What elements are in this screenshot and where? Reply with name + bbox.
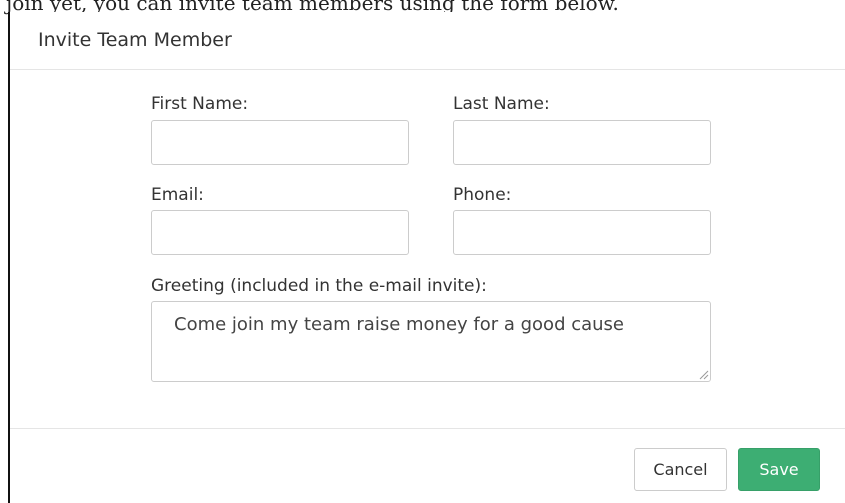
save-button[interactable]: Save bbox=[738, 448, 820, 491]
modal-title: Invite Team Member bbox=[38, 29, 232, 51]
phone-label: Phone: bbox=[453, 185, 512, 205]
phone-input[interactable] bbox=[453, 210, 711, 255]
greeting-label: Greeting (included in the e-mail invite)… bbox=[151, 276, 487, 296]
cancel-button[interactable]: Cancel bbox=[634, 448, 727, 491]
invite-team-member-dialog: Invite Team Member × First Name: Last Na… bbox=[8, 12, 845, 503]
close-icon[interactable]: × bbox=[811, 31, 831, 53]
modal-header: Invite Team Member × bbox=[10, 12, 845, 70]
first-name-label: First Name: bbox=[151, 94, 249, 114]
last-name-label: Last Name: bbox=[453, 94, 550, 114]
modal-footer: Cancel Save bbox=[10, 428, 845, 503]
first-name-input[interactable] bbox=[151, 120, 409, 165]
email-input[interactable] bbox=[151, 210, 409, 255]
resize-grip-icon[interactable] bbox=[699, 370, 709, 380]
greeting-textarea[interactable]: Come join my team raise money for a good… bbox=[151, 301, 711, 382]
last-name-input[interactable] bbox=[453, 120, 711, 165]
email-label: Email: bbox=[151, 185, 204, 205]
